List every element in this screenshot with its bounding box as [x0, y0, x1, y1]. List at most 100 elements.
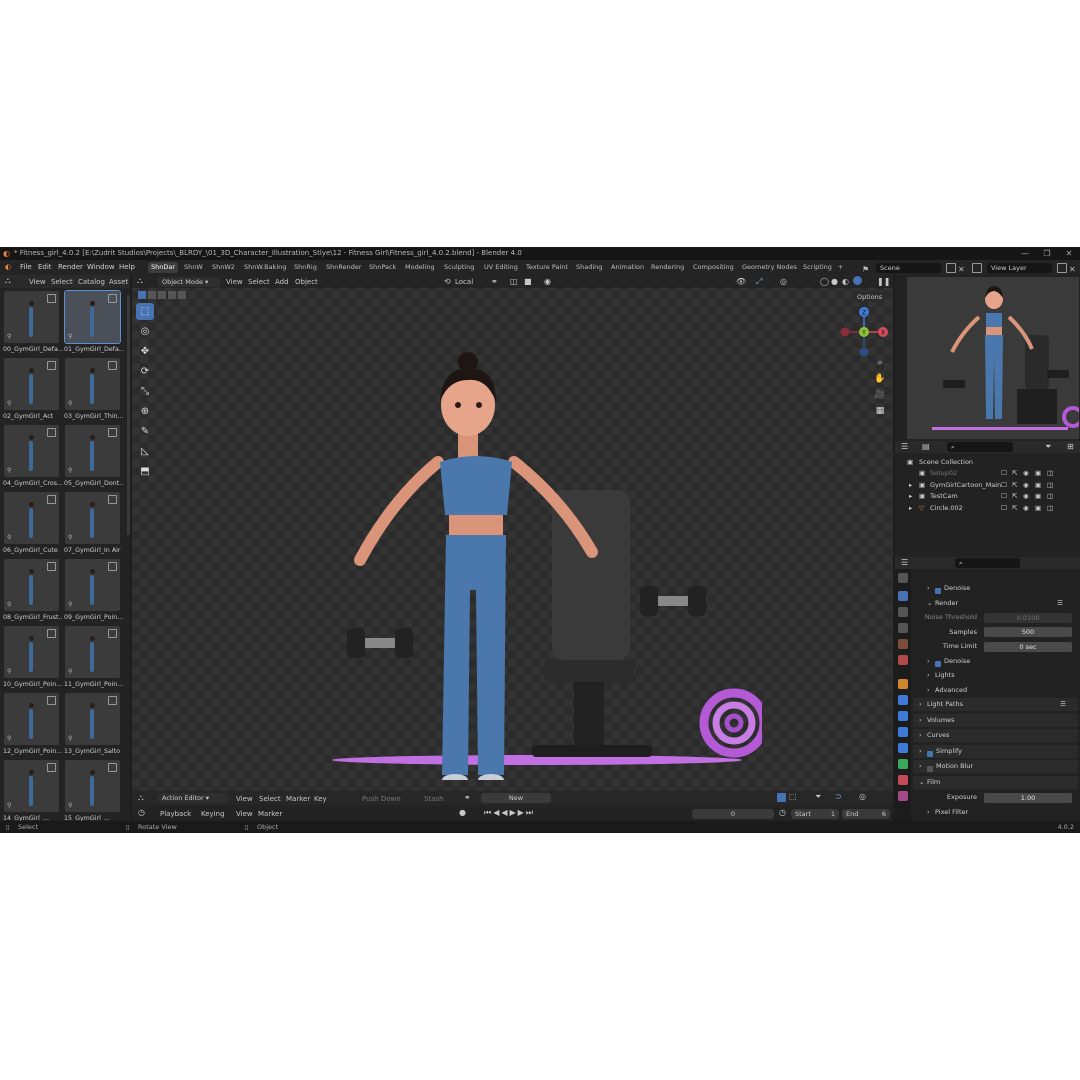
workspace-tab-shnrig[interactable]: ShnRig: [291, 262, 320, 273]
properties-panel-header[interactable]: › Curves: [913, 729, 1078, 742]
properties-field[interactable]: › Lights: [915, 669, 1075, 682]
workspace-tab-modeling[interactable]: Modeling: [402, 262, 438, 273]
object-mode-dropdown[interactable]: Object Mode ▾: [158, 276, 220, 287]
properties-field[interactable]: › Advanced: [915, 684, 1075, 697]
properties-panel-header[interactable]: › Volumes: [913, 713, 1078, 727]
playback-menu[interactable]: Playback: [160, 810, 191, 818]
measure-tool-icon[interactable]: ◺: [136, 443, 154, 460]
panel-arrow-icon[interactable]: ⌄: [927, 597, 932, 610]
editor-type-icon[interactable]: ⛬: [5, 276, 11, 286]
expand-arrow-icon[interactable]: ▸: [909, 480, 912, 491]
asset-thumbnail[interactable]: ⚲: [65, 693, 120, 745]
outliner-row[interactable]: ▣ Setup02 ☐ ⇱ ◉ ▣ ◫: [895, 468, 1080, 479]
render-icon[interactable]: ◫: [1047, 480, 1053, 491]
edit-asset-icon[interactable]: [47, 361, 56, 370]
particles-tab-icon[interactable]: [898, 711, 908, 721]
rotate-tool-icon[interactable]: ⟳: [136, 363, 154, 380]
properties-search-input[interactable]: ⌕: [955, 558, 1020, 568]
panel-arrow-icon[interactable]: ›: [919, 745, 922, 758]
asset-thumbnail[interactable]: ⚲: [65, 358, 120, 410]
asset-menu-view[interactable]: View: [29, 278, 46, 286]
push-down-button[interactable]: Push Down: [362, 795, 401, 803]
render-icon[interactable]: ◫: [1047, 491, 1053, 502]
select-mode-new-icon[interactable]: [138, 291, 146, 299]
select-icon[interactable]: ⇱: [1012, 480, 1017, 491]
workspace-tab-shnrender[interactable]: ShnRender: [323, 262, 365, 273]
keying-menu[interactable]: Keying: [201, 810, 225, 818]
panel-arrow-icon[interactable]: ⌄: [919, 776, 924, 789]
properties-panel-header[interactable]: › Motion Blur: [913, 760, 1078, 773]
stash-button[interactable]: Stash: [424, 795, 444, 803]
checkbox-icon[interactable]: [935, 660, 941, 667]
proportional-keys-icon[interactable]: ◎: [859, 792, 866, 801]
preview-range-icon[interactable]: ◷: [779, 808, 786, 817]
workspace-tab-rendering[interactable]: Rendering: [648, 262, 687, 273]
property-value[interactable]: 0 sec: [984, 641, 1072, 652]
checkbox-icon[interactable]: [935, 588, 941, 594]
scene-selector[interactable]: Scene: [876, 263, 941, 273]
edit-asset-icon[interactable]: [108, 763, 117, 772]
snap-keys-icon[interactable]: ⊃: [835, 792, 842, 801]
gizmo-neg-x-icon[interactable]: [840, 327, 850, 337]
record-keyframe-icon[interactable]: ●: [459, 808, 466, 817]
properties-field[interactable]: Exposure 1.00: [915, 791, 1075, 804]
edit-asset-icon[interactable]: [108, 696, 117, 705]
asset-thumbnail[interactable]: ⚲: [65, 425, 120, 477]
rendered-shading-icon[interactable]: [853, 276, 862, 285]
properties-field[interactable]: Samples 500: [915, 626, 1075, 639]
workspace-tab-shnpack[interactable]: ShnPack: [366, 262, 399, 273]
proportional-edit-icon[interactable]: ◉: [544, 277, 551, 286]
timeline-view-menu[interactable]: View: [236, 810, 253, 818]
new-view-layer-icon[interactable]: [1057, 263, 1067, 273]
asset-thumbnail[interactable]: ⚲: [65, 559, 120, 611]
panel-arrow-icon[interactable]: ›: [927, 669, 930, 682]
render-tab-icon[interactable]: [898, 591, 908, 601]
add-cube-tool-icon[interactable]: ⬒: [136, 463, 154, 480]
show-errors-icon[interactable]: ⬚: [789, 792, 797, 801]
start-frame-field[interactable]: Start 1: [791, 809, 839, 819]
action-browse-icon[interactable]: ⚭: [464, 793, 471, 802]
wireframe-shading-icon[interactable]: ◯: [820, 277, 829, 286]
asset-thumbnail[interactable]: ⚲: [4, 693, 59, 745]
current-frame-field[interactable]: 0: [692, 809, 774, 819]
snapping-target-icon[interactable]: ■: [524, 277, 532, 286]
expand-arrow-icon[interactable]: ▸: [909, 503, 912, 514]
asset-thumbnail[interactable]: ⚲: [4, 559, 59, 611]
edit-asset-icon[interactable]: [47, 428, 56, 437]
action-menu-marker[interactable]: Marker: [286, 795, 310, 803]
add-workspace-button[interactable]: +: [835, 262, 846, 273]
checkbox-icon[interactable]: ☐: [1001, 468, 1007, 479]
edit-asset-icon[interactable]: [108, 562, 117, 571]
action-menu-select[interactable]: Select: [259, 795, 281, 803]
blender-menu-icon[interactable]: ◐: [5, 260, 11, 275]
new-scene-icon[interactable]: [946, 263, 956, 273]
timeline-marker-menu[interactable]: Marker: [258, 810, 282, 818]
solid-shading-icon[interactable]: ●: [831, 277, 838, 286]
world-tab-icon[interactable]: [898, 655, 908, 665]
menu-window[interactable]: Window: [87, 260, 115, 275]
asset-thumbnail[interactable]: ⚲: [64, 290, 121, 344]
panel-arrow-icon[interactable]: ›: [927, 684, 930, 697]
properties-panel-header[interactable]: › Simplify: [913, 744, 1078, 758]
edit-asset-icon[interactable]: [108, 629, 117, 638]
transform-orientation-value[interactable]: Local: [455, 278, 473, 286]
display-mode-icon[interactable]: ▤: [922, 442, 930, 451]
asset-menu-asset[interactable]: Asset: [109, 278, 128, 286]
eye-icon[interactable]: ◉: [1023, 480, 1029, 491]
overlays-icon[interactable]: ◎: [780, 277, 787, 286]
asset-menu-select[interactable]: Select: [51, 278, 73, 286]
property-value[interactable]: 0.0100: [984, 612, 1072, 623]
checkbox-icon[interactable]: ☐: [1001, 480, 1007, 491]
expand-arrow-icon[interactable]: ▸: [909, 491, 912, 502]
asset-thumbnail[interactable]: ⚲: [4, 760, 59, 812]
edit-asset-icon[interactable]: [47, 495, 56, 504]
asset-thumbnail[interactable]: ⚲: [4, 425, 59, 477]
properties-panel-header[interactable]: ⌄ Film: [913, 775, 1078, 789]
filter-icon[interactable]: ⏷: [815, 792, 821, 802]
workspace-tab-texture-paint[interactable]: Texture Paint: [523, 262, 571, 273]
select-mode-extend-icon[interactable]: [148, 291, 156, 299]
edit-asset-icon[interactable]: [108, 294, 117, 303]
pause-render-icon[interactable]: ❚❚: [877, 277, 890, 286]
camera-preview[interactable]: [907, 277, 1079, 439]
select-icon[interactable]: ⇱: [1012, 468, 1017, 479]
